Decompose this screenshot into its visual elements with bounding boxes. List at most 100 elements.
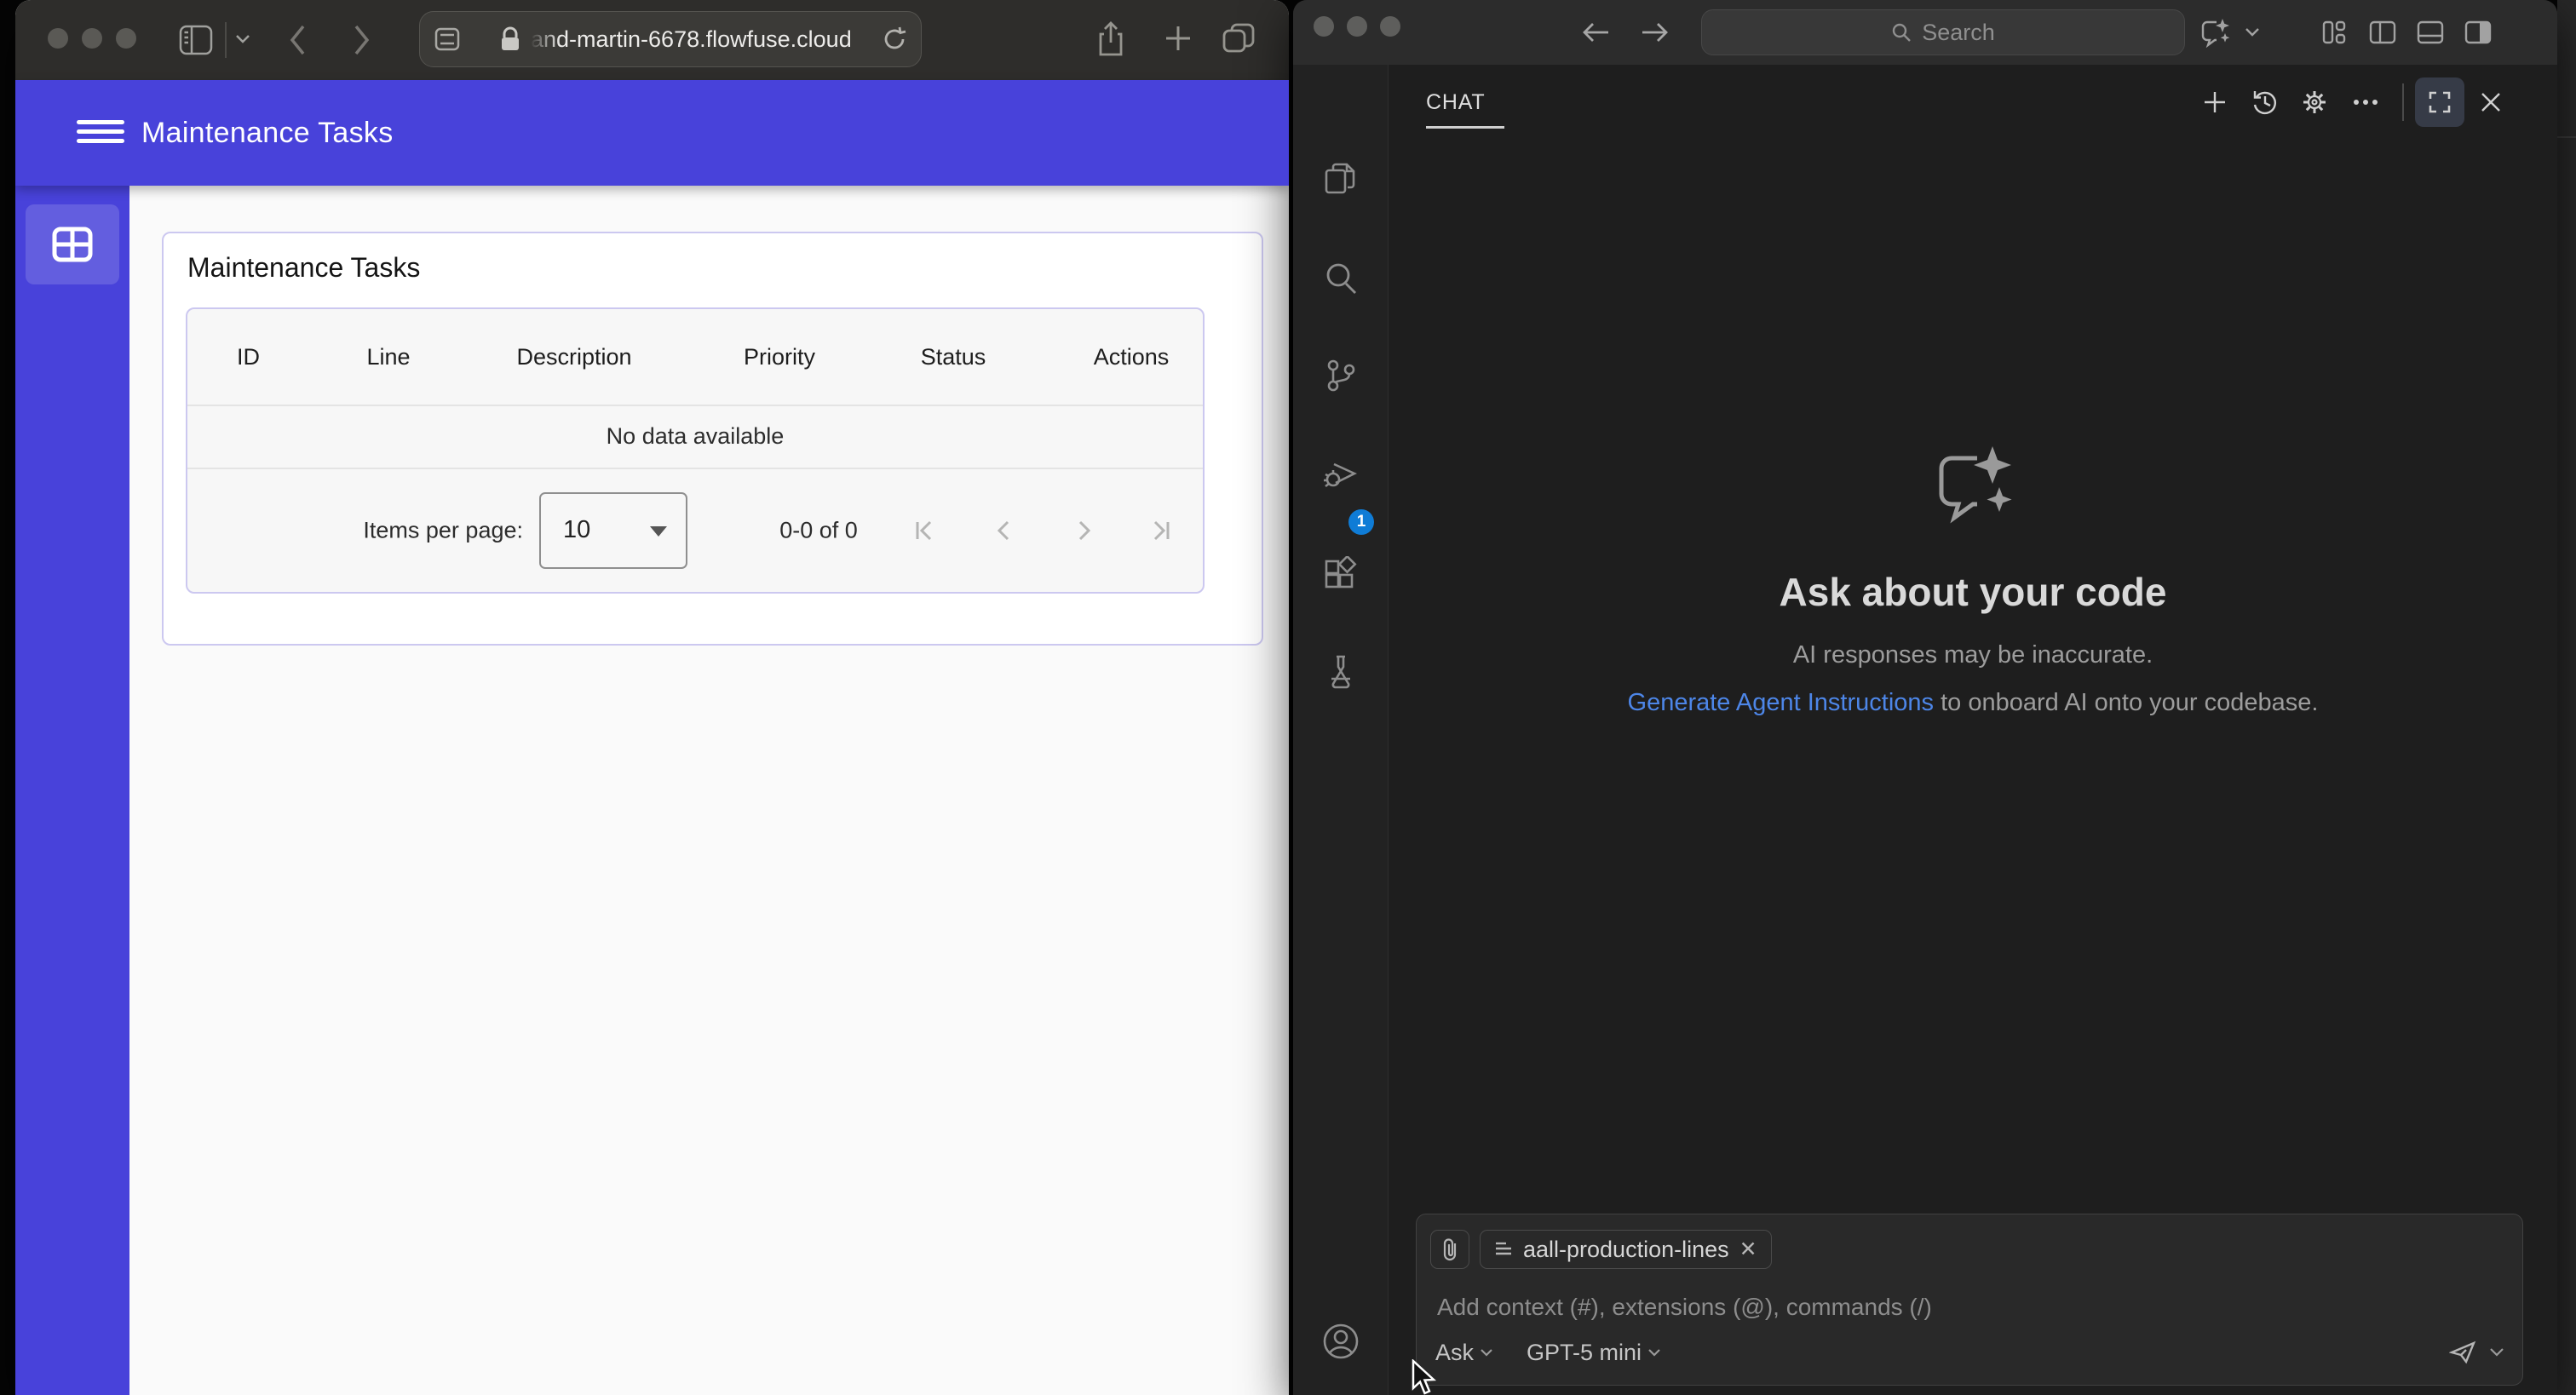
background-window-sliver xyxy=(2557,0,2576,1395)
pagination-range: 0-0 of 0 xyxy=(779,517,858,542)
generate-agent-instructions-link[interactable]: Generate Agent Instructions xyxy=(1628,689,1935,716)
search-icon[interactable] xyxy=(1323,261,1359,296)
new-tab-icon[interactable] xyxy=(1164,24,1193,53)
account-icon[interactable] xyxy=(1322,1323,1360,1360)
maximize-panel-button[interactable] xyxy=(2415,78,2464,127)
copilot-chat-icon[interactable] xyxy=(2199,17,2232,48)
column-header-actions[interactable]: Actions xyxy=(1094,309,1170,405)
chevron-down-icon[interactable] xyxy=(2245,27,2260,37)
reload-icon[interactable] xyxy=(882,26,907,53)
mouse-cursor xyxy=(1411,1359,1440,1395)
context-chip-label: aall-production-lines xyxy=(1523,1236,1729,1262)
maintenance-tasks-card: Maintenance Tasks ID Line Description Pr… xyxy=(162,232,1263,646)
go-back-icon[interactable] xyxy=(1581,0,1612,65)
page-size-select[interactable]: 10 xyxy=(539,491,687,569)
traffic-light-minimize[interactable] xyxy=(82,28,102,49)
previous-page-button[interactable] xyxy=(991,517,1018,544)
chevron-down-icon xyxy=(1648,1348,1660,1357)
hamburger-menu-icon[interactable] xyxy=(77,120,124,146)
first-page-button[interactable] xyxy=(911,517,939,544)
background-window-divider xyxy=(2557,136,2576,138)
tab-chat[interactable]: CHAT xyxy=(1426,65,1485,140)
empty-state-title: Ask about your code xyxy=(1779,570,2167,614)
forward-button[interactable] xyxy=(351,23,371,57)
chat-input-controls: Ask GPT-5 mini xyxy=(1435,1334,2504,1371)
toggle-secondary-sidebar-icon[interactable] xyxy=(2464,20,2493,45)
url-text: and-martin-6678.flowfuse.cloud xyxy=(531,20,852,55)
tab-overview-icon[interactable] xyxy=(1222,22,1256,55)
go-forward-icon[interactable] xyxy=(1639,0,1670,65)
lock-icon xyxy=(500,26,520,52)
chat-tab-row: CHAT xyxy=(1389,65,2557,140)
url-left-fade xyxy=(531,20,560,55)
sidebar-item-maintenance-tasks[interactable] xyxy=(26,204,119,284)
context-chip[interactable]: aall-production-lines ✕ xyxy=(1480,1230,1772,1269)
chat-settings-gear-icon[interactable] xyxy=(2301,89,2328,116)
share-icon[interactable] xyxy=(1095,20,1126,58)
browser-toolbar: and-martin-6678.flowfuse.cloud xyxy=(15,0,1289,80)
model-selector[interactable]: GPT-5 mini xyxy=(1527,1340,1660,1366)
app-content: Maintenance Tasks ID Line Description Pr… xyxy=(129,186,1289,1395)
empty-state-link-line: Generate Agent Instructions to onboard A… xyxy=(1389,689,2557,717)
chat-history-icon[interactable] xyxy=(2251,89,2279,116)
next-page-button[interactable] xyxy=(1070,517,1097,544)
model-label: GPT-5 mini xyxy=(1527,1339,1642,1365)
link-suffix-text: to onboard AI onto your codebase. xyxy=(1934,689,2319,716)
testing-icon[interactable] xyxy=(1323,653,1359,689)
list-icon xyxy=(1496,1242,1511,1255)
mode-selector[interactable]: Ask xyxy=(1435,1340,1492,1366)
last-page-button[interactable] xyxy=(1147,517,1174,544)
tasks-table: ID Line Description Priority Status Acti… xyxy=(186,307,1205,594)
vscode-window: Search 1 CHAT Ask about your code AI res… xyxy=(1293,0,2557,1395)
chevron-down-icon xyxy=(1481,1348,1492,1357)
empty-table-message: No data available xyxy=(606,423,785,449)
column-header-line[interactable]: Line xyxy=(366,309,410,405)
traffic-light-zoom[interactable] xyxy=(1380,16,1400,37)
chevron-down-icon[interactable] xyxy=(235,34,250,44)
customize-layout-icon[interactable] xyxy=(2320,19,2348,46)
toggle-panel-icon[interactable] xyxy=(2416,20,2445,45)
send-options-chevron-icon[interactable] xyxy=(2490,1348,2504,1357)
back-button[interactable] xyxy=(288,23,308,57)
close-panel-icon[interactable] xyxy=(2479,90,2503,114)
sidebar-toggle-icon[interactable] xyxy=(179,24,213,56)
search-icon xyxy=(1893,23,1912,42)
traffic-light-zoom[interactable] xyxy=(116,28,136,49)
column-header-description[interactable]: Description xyxy=(516,309,631,405)
new-chat-icon[interactable] xyxy=(2202,89,2228,115)
run-debug-icon[interactable] xyxy=(1322,456,1360,491)
table-grid-icon xyxy=(51,226,94,263)
chat-input[interactable] xyxy=(1435,1288,2333,1327)
column-header-priority[interactable]: Priority xyxy=(744,309,815,405)
attach-paperclip-icon[interactable] xyxy=(1430,1230,1469,1269)
context-chip-row: aall-production-lines ✕ xyxy=(1430,1230,1772,1269)
chat-panel: CHAT Ask about your code AI responses ma… xyxy=(1389,65,2557,1395)
column-header-status[interactable]: Status xyxy=(921,309,986,405)
toolbar-divider xyxy=(2402,83,2404,121)
card-title: Maintenance Tasks xyxy=(187,252,421,283)
extensions-icon[interactable] xyxy=(1323,556,1359,592)
app-header: Maintenance Tasks xyxy=(15,80,1289,186)
traffic-light-minimize[interactable] xyxy=(1347,16,1367,37)
source-control-icon[interactable] xyxy=(1323,358,1359,393)
send-button[interactable] xyxy=(2449,1340,2476,1365)
toolbar-divider xyxy=(225,22,227,58)
app-sidebar-rail xyxy=(15,186,129,1395)
traffic-light-close[interactable] xyxy=(1314,16,1334,37)
address-bar[interactable]: and-martin-6678.flowfuse.cloud xyxy=(419,11,922,67)
table-pagination: Items per page: 10 0-0 of 0 xyxy=(187,468,1203,592)
active-tab-underline xyxy=(1426,126,1504,129)
remove-context-icon[interactable]: ✕ xyxy=(1739,1237,1757,1262)
activity-bar: 1 xyxy=(1293,65,1389,1395)
select-caret-icon xyxy=(650,525,667,537)
explorer-icon[interactable] xyxy=(1323,162,1359,198)
page-settings-icon[interactable] xyxy=(434,26,461,53)
empty-state-subtitle: AI responses may be inaccurate. xyxy=(1792,641,2153,669)
chat-input-container: aall-production-lines ✕ Ask GPT-5 mini xyxy=(1416,1214,2523,1386)
column-header-id[interactable]: ID xyxy=(237,309,260,405)
toggle-primary-sidebar-icon[interactable] xyxy=(2368,20,2397,45)
more-actions-icon[interactable] xyxy=(2353,99,2378,106)
desktop: and-martin-6678.flowfuse.cloud Maintenan… xyxy=(0,0,2576,1395)
titlebar-search[interactable]: Search xyxy=(1701,9,2185,55)
traffic-light-close[interactable] xyxy=(48,28,68,49)
